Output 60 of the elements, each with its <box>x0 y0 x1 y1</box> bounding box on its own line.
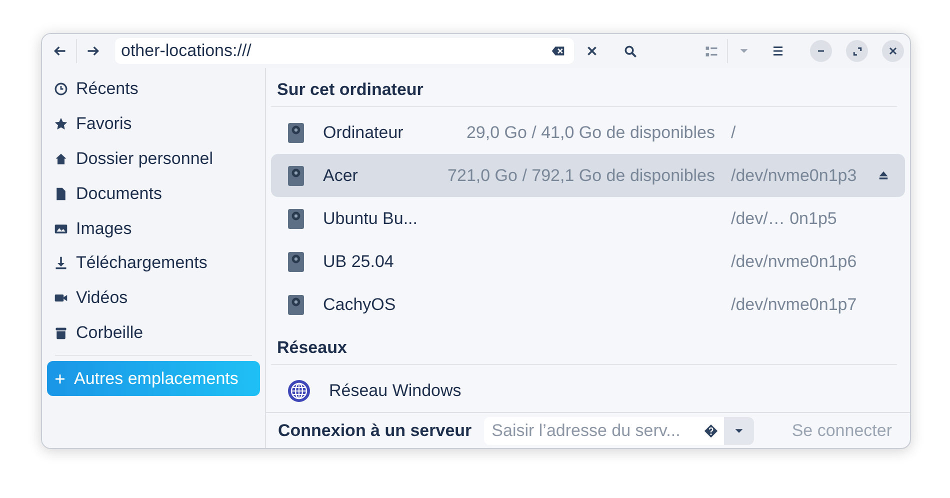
device-path: /dev/nvme0n1p3 <box>731 166 857 184</box>
maximize-icon <box>852 46 862 56</box>
location-row[interactable]: CachyOS /dev/nvme0n1p7 <box>271 283 905 326</box>
location-row[interactable]: UB 25.04 /dev/nvme0n1p6 <box>271 240 905 283</box>
sidebar-item[interactable]: Dossier personnel <box>47 142 260 176</box>
drive-icon <box>287 122 305 144</box>
location-name: UB 25.04 <box>323 252 395 272</box>
help-icon <box>704 424 718 438</box>
home-icon <box>54 152 68 166</box>
section-heading: Sur cet ordinateur <box>271 68 897 107</box>
star-icon <box>54 117 68 132</box>
device-path: /dev/nvme0n1p6 <box>731 252 857 270</box>
drive-icon <box>287 294 305 316</box>
free-space-text: 29,0 Go / 41,0 Go de disponibles <box>466 122 715 142</box>
image-icon <box>54 222 68 236</box>
globe-icon <box>287 378 311 402</box>
location-row[interactable]: Ordinateur 29,0 Go / 41,0 Go de disponibles / <box>271 111 905 154</box>
sidebar-item[interactable]: Récents <box>47 72 260 107</box>
trash-icon <box>54 326 68 340</box>
location-name: Acer <box>323 166 359 186</box>
clock-icon <box>54 82 68 96</box>
right-arrow-icon <box>86 44 100 58</box>
location-name: Réseau Windows <box>329 380 462 400</box>
sidebar-item[interactable]: Documents <box>47 176 260 212</box>
minimize-button[interactable] <box>810 40 832 62</box>
download-icon <box>54 256 68 270</box>
sidebar-item[interactable]: Téléchargements <box>47 246 260 281</box>
drive-icon <box>287 164 305 186</box>
connect-to-server-label: Connexion à un serveur <box>278 420 472 440</box>
device-path: / <box>731 122 736 142</box>
close-icon <box>587 46 597 56</box>
location-name: Ubuntu Bu... <box>323 208 419 228</box>
document-icon <box>54 186 68 201</box>
server-address-field[interactable]: Saisir l’adresse du serv... <box>484 416 724 444</box>
eject-icon <box>878 170 888 181</box>
window-close-button[interactable] <box>882 40 904 62</box>
drive-icon <box>287 208 305 230</box>
left-arrow-icon <box>53 44 67 58</box>
free-space-text: 721,0 Go / 792,1 Go de disponibles <box>448 166 715 184</box>
location-name: Ordinateur <box>323 122 404 142</box>
device-path: /dev/nvme0n1p7 <box>731 294 857 314</box>
device-path: /dev/… 0n1p5 <box>731 208 837 228</box>
sidebar-item[interactable]: Vidéos <box>47 280 260 316</box>
maximize-button[interactable] <box>846 40 868 62</box>
sidebar-item[interactable]: Favoris <box>47 106 260 142</box>
sidebar-item[interactable]: Corbeille <box>47 316 260 350</box>
location-field[interactable]: other-locations:/// <box>115 38 574 64</box>
drive-icon <box>287 250 305 272</box>
location-row[interactable]: Ubuntu Bu... /dev/… 0n1p5 <box>271 197 905 240</box>
sidebar-item[interactable]: Images <box>47 211 260 246</box>
list-view-icon <box>704 44 718 58</box>
section-heading: Réseaux <box>271 326 897 365</box>
search-icon <box>624 44 636 58</box>
menu-icon <box>772 45 784 57</box>
plus-icon <box>54 372 66 385</box>
location-row[interactable]: Réseau Windows <box>271 369 905 412</box>
location-row[interactable]: Acer 721,0 Go / 792,1 Go de disponibles /dev/nvme0n1p3 <box>271 154 905 197</box>
close-icon <box>889 47 897 55</box>
clear-text-icon <box>550 44 566 58</box>
location-name: CachyOS <box>323 294 397 314</box>
